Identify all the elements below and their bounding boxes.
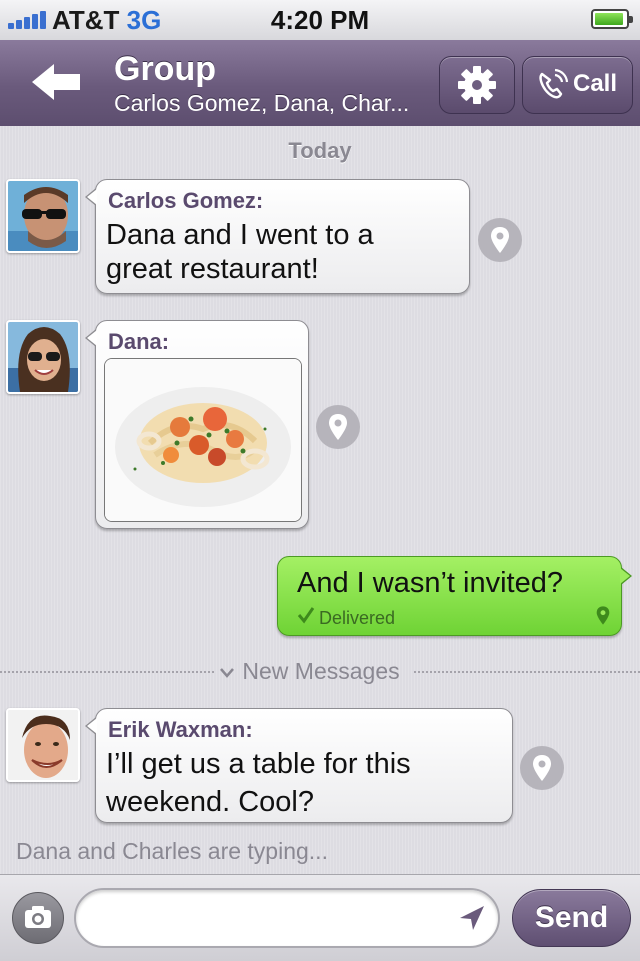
location-pin-button[interactable]	[478, 218, 522, 262]
location-pin-icon	[596, 606, 610, 625]
person-photo-icon	[8, 181, 78, 251]
message-text: And I wasn’t invited?	[297, 567, 563, 599]
avatar-carlos-gomez[interactable]	[6, 179, 80, 253]
divider	[0, 671, 214, 673]
location-pin-button[interactable]	[316, 405, 360, 449]
location-pin-button[interactable]	[520, 746, 564, 790]
person-photo-icon	[8, 710, 78, 780]
shared-photo[interactable]	[104, 358, 302, 522]
message-text-line: great restaurant!	[106, 253, 319, 285]
battery-icon	[591, 9, 633, 29]
message-bubble[interactable]: Carlos Gomez: Dana and I went to a great…	[85, 179, 470, 294]
settings-button[interactable]	[439, 56, 515, 114]
message-text-line: Dana and I went to a	[106, 219, 374, 251]
sender-name: Carlos Gomez:	[108, 188, 264, 213]
avatar-dana[interactable]	[6, 320, 80, 394]
divider	[414, 671, 640, 673]
send-label: Send	[534, 901, 609, 934]
delivery-status: Delivered	[319, 608, 396, 628]
typing-indicator: Dana and Charles are typing...	[16, 838, 328, 864]
date-separator: Today	[288, 138, 352, 163]
location-pin-icon	[329, 414, 347, 440]
new-messages-divider: New Messages	[218, 658, 400, 685]
location-pin-icon	[491, 227, 509, 253]
message-text-line: weekend. Cool?	[106, 786, 314, 818]
chevron-down-icon	[220, 668, 234, 678]
phone-icon	[539, 68, 569, 99]
back-arrow-icon	[32, 64, 80, 100]
outgoing-message-bubble[interactable]: And I wasn’t invited? Delivered	[277, 556, 632, 636]
shrimp-pasta-photo-icon	[105, 359, 301, 521]
page-title: Group	[114, 50, 216, 88]
location-pin-icon	[533, 755, 551, 781]
message-input[interactable]	[74, 888, 500, 948]
sender-name: Dana:	[108, 329, 170, 354]
camera-icon	[25, 906, 51, 928]
camera-button[interactable]	[12, 892, 64, 944]
group-members-subtitle: Carlos Gomez, Dana, Char...	[114, 90, 410, 116]
message-bubble[interactable]: Dana:	[85, 320, 309, 529]
sender-name: Erik Waxman:	[108, 717, 253, 742]
back-button[interactable]	[14, 54, 98, 110]
gear-icon	[458, 66, 496, 104]
new-messages-label: New Messages	[242, 658, 400, 684]
avatar-erik-waxman[interactable]	[6, 708, 80, 782]
message-bubble[interactable]: Erik Waxman: I’ll get us a table for thi…	[85, 708, 513, 823]
checkmark-icon	[297, 607, 315, 624]
person-photo-icon	[8, 322, 78, 392]
message-text-line: I’ll get us a table for this	[106, 748, 411, 780]
status-time: 4:20 PM	[270, 5, 370, 35]
call-label: Call	[573, 70, 618, 97]
location-arrow-icon[interactable]	[456, 902, 488, 934]
